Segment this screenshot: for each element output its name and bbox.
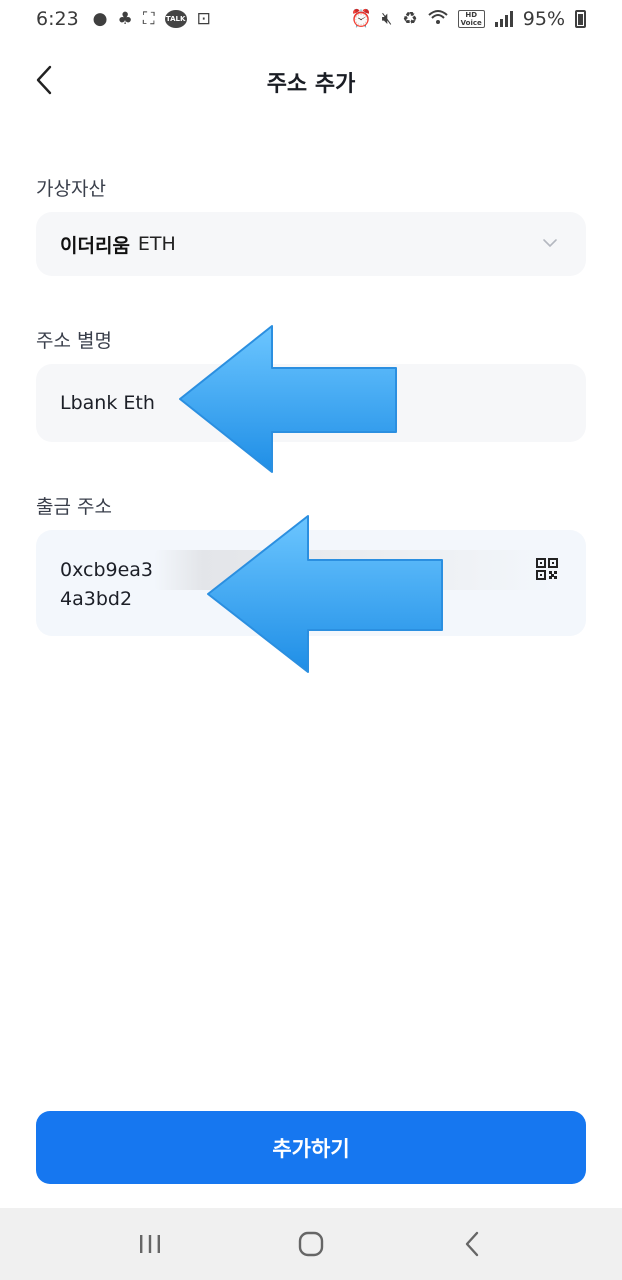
signal-icon: [494, 11, 513, 27]
annotation-arrow-1: [179, 325, 397, 473]
screenshot-icon: ⛶: [142, 8, 155, 29]
home-icon: [298, 1231, 324, 1257]
nav-back-button[interactable]: [442, 1214, 502, 1274]
asset-label: 가상자산: [36, 178, 106, 200]
status-right: ⏰ 🔇︎ ♻︎ HD Voice 95%: [350, 8, 586, 30]
talk-icon: TALK: [164, 10, 187, 28]
hd-label: HD: [465, 11, 478, 19]
wifi-icon: [427, 9, 448, 29]
alias-label: 주소 별명: [36, 330, 112, 352]
add-address-button[interactable]: 추가하기: [36, 1111, 586, 1184]
battery-icon: [575, 10, 586, 28]
page-title: 주소 추가: [266, 72, 356, 97]
annotation-arrow-2: [207, 515, 443, 673]
asset-select[interactable]: 이더리움 ETH: [36, 212, 586, 276]
data-saver-icon: ♻︎: [402, 8, 418, 29]
status-bar: 6:23 ● ♣ ⛶ TALK ⊡ ⏰ 🔇︎ ♻︎ HD Voice 95%: [0, 0, 622, 38]
chevron-down-icon: [543, 239, 557, 248]
voice-label: Voice: [460, 19, 482, 27]
recent-apps-icon: [140, 1235, 161, 1253]
status-time: 6:23: [36, 8, 79, 30]
screen-capture-icon: ⊡: [196, 8, 211, 29]
asset-symbol: ETH: [137, 233, 176, 255]
qr-scan-icon[interactable]: [536, 558, 558, 580]
asset-name: 이더리움: [60, 234, 130, 257]
hd-voice-icon: HD Voice: [457, 10, 485, 28]
address-label: 출금 주소: [36, 496, 112, 518]
mute-icon: 🔇︎: [381, 8, 393, 29]
battery-percent: 95%: [522, 8, 565, 30]
home-button[interactable]: [281, 1214, 341, 1274]
status-left: 6:23 ● ♣ ⛶ TALK ⊡: [36, 8, 211, 30]
header: 주소 추가: [0, 50, 622, 110]
nav-back-icon: [465, 1231, 478, 1257]
app-notification-icon: ♣: [117, 8, 133, 29]
recent-apps-button[interactable]: [120, 1214, 180, 1274]
alarm-icon: ⏰: [350, 8, 372, 29]
alias-value: Lbank Eth: [60, 392, 155, 414]
system-nav-bar: [0, 1208, 622, 1280]
notification-icon: ●: [92, 8, 108, 29]
